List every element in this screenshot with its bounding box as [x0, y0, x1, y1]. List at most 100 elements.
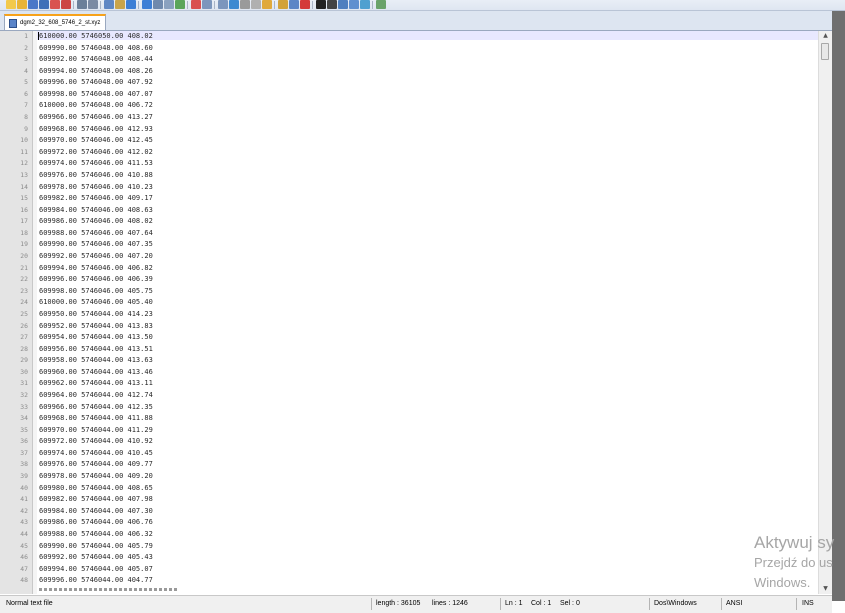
find-icon[interactable]	[153, 0, 163, 9]
text-line[interactable]: 609994.00 5746048.00 408.26	[39, 67, 153, 75]
zoom-in-icon[interactable]	[175, 0, 185, 9]
save-macro-icon[interactable]	[349, 0, 359, 9]
line-number: 41	[20, 495, 28, 504]
text-line[interactable]: 609956.00 5746044.00 413.51	[39, 345, 153, 353]
scroll-thumb[interactable]	[821, 43, 829, 60]
text-line[interactable]: 609968.00 5746046.00 412.93	[39, 125, 153, 133]
record-macro-icon[interactable]	[300, 0, 310, 9]
text-line[interactable]: 609978.00 5746044.00 409.20	[39, 472, 153, 480]
text-line[interactable]: 609994.00 5746044.00 405.07	[39, 565, 153, 573]
text-line[interactable]: 609988.00 5746046.00 407.64	[39, 229, 153, 237]
text-line[interactable]: 609968.00 5746044.00 411.88	[39, 414, 153, 422]
text-line[interactable]: 609974.00 5746046.00 411.53	[39, 159, 153, 167]
status-mode[interactable]: INS	[802, 600, 814, 607]
text-line[interactable]: 609950.00 5746044.00 414.23	[39, 310, 153, 318]
text-line[interactable]: 609992.00 5746044.00 405.43	[39, 553, 153, 561]
undo-icon[interactable]	[126, 0, 136, 9]
text-line[interactable]: 609990.00 5746044.00 405.79	[39, 542, 153, 550]
text-line[interactable]: 610000.00 5746046.00 405.40	[39, 298, 153, 306]
text-line[interactable]: 609986.00 5746046.00 408.02	[39, 217, 153, 225]
save-all-icon[interactable]	[39, 0, 49, 9]
line-number: 4	[24, 66, 28, 75]
text-line[interactable]: 609984.00 5746046.00 408.63	[39, 206, 153, 214]
text-line[interactable]: 609992.00 5746046.00 407.20	[39, 252, 153, 260]
close-icon[interactable]	[50, 0, 60, 9]
status-eol[interactable]: Dos\Windows	[654, 600, 697, 607]
spell-check-icon[interactable]	[360, 0, 370, 9]
line-number: 28	[20, 344, 28, 353]
text-line[interactable]: 610000.00 5746048.00 406.72	[39, 101, 153, 109]
text-line[interactable]: 609952.00 5746044.00 413.83	[39, 322, 153, 330]
vertical-scrollbar[interactable]: ▲ ▼	[818, 31, 832, 594]
sync-h-icon[interactable]	[218, 0, 228, 9]
text-line[interactable]: 609984.00 5746044.00 407.30	[39, 507, 153, 515]
text-line[interactable]: 609980.00 5746044.00 408.65	[39, 484, 153, 492]
copy-icon[interactable]	[104, 0, 114, 9]
run-macro-icon[interactable]	[338, 0, 348, 9]
text-line[interactable]: 609954.00 5746044.00 413.50	[39, 333, 153, 341]
text-line[interactable]: 609996.00 5746048.00 407.92	[39, 78, 153, 86]
new-file-icon[interactable]	[6, 0, 16, 9]
text-line[interactable]: 609976.00 5746046.00 410.88	[39, 171, 153, 179]
text-line[interactable]: 609978.00 5746046.00 410.23	[39, 183, 153, 191]
stop-macro-icon[interactable]	[316, 0, 326, 9]
text-line[interactable]: 609970.00 5746044.00 411.29	[39, 426, 153, 434]
text-line[interactable]: 609974.00 5746044.00 410.45	[39, 449, 153, 457]
play-macro-icon[interactable]	[327, 0, 337, 9]
scroll-up-arrow-icon[interactable]: ▲	[819, 31, 832, 41]
text-line[interactable]: 609990.00 5746048.00 408.60	[39, 44, 153, 52]
text-line[interactable]: 609966.00 5746044.00 412.35	[39, 403, 153, 411]
line-number: 42	[20, 506, 28, 515]
doc-map-icon[interactable]	[278, 0, 288, 9]
line-number: 34	[20, 414, 28, 423]
status-divider	[721, 598, 722, 610]
text-line[interactable]: 609988.00 5746044.00 406.32	[39, 530, 153, 538]
user-lang-icon[interactable]	[262, 0, 272, 9]
line-number: 32	[20, 390, 28, 399]
text-line[interactable]: 609972.00 5746044.00 410.92	[39, 437, 153, 445]
sync-v-icon[interactable]	[202, 0, 212, 9]
text-line[interactable]: 609972.00 5746046.00 412.02	[39, 148, 153, 156]
text-line[interactable]: 610000.00 5746050.00 408.02	[39, 32, 153, 40]
redo-icon[interactable]	[142, 0, 152, 9]
text-line[interactable]: 609982.00 5746046.00 409.17	[39, 194, 153, 202]
paste-icon[interactable]	[115, 0, 125, 9]
indent-guide-icon[interactable]	[251, 0, 261, 9]
text-line[interactable]: 609998.00 5746046.00 405.75	[39, 287, 153, 295]
cut-icon[interactable]	[88, 0, 98, 9]
editor-area[interactable]: 1 2 3 4 5 6 7 8 9 10 11 12 13 14 15 16 17 18 19 20 21 22 23 24 2…	[0, 31, 818, 594]
word-wrap-icon[interactable]	[229, 0, 239, 9]
monitor-icon[interactable]	[376, 0, 386, 9]
print-icon[interactable]	[77, 0, 87, 9]
function-list-icon[interactable]	[289, 0, 299, 9]
save-icon[interactable]	[28, 0, 38, 9]
text-line[interactable]: 609992.00 5746048.00 408.44	[39, 55, 153, 63]
text-line[interactable]: 609958.00 5746044.00 413.63	[39, 356, 153, 364]
text-line[interactable]: 609996.00 5746044.00 404.77	[39, 576, 153, 584]
text-line[interactable]: 609996.00 5746046.00 406.39	[39, 275, 153, 283]
text-line[interactable]: 609986.00 5746044.00 406.76	[39, 518, 153, 526]
text-line[interactable]: 609960.00 5746044.00 413.46	[39, 368, 153, 376]
text-line[interactable]: 609966.00 5746046.00 413.27	[39, 113, 153, 121]
status-divider	[796, 598, 797, 610]
line-number: 45	[20, 541, 28, 550]
text-line[interactable]: 609970.00 5746046.00 412.45	[39, 136, 153, 144]
text-line[interactable]: 609982.00 5746044.00 407.98	[39, 495, 153, 503]
text-line[interactable]: 609962.00 5746044.00 413.11	[39, 379, 153, 387]
line-number: 33	[20, 402, 28, 411]
toolbar-separator	[73, 1, 74, 9]
zoom-out-icon[interactable]	[191, 0, 201, 9]
line-number: 30	[20, 367, 28, 376]
status-encoding[interactable]: ANSI	[726, 600, 742, 607]
line-number: 9	[24, 124, 28, 133]
close-all-icon[interactable]	[61, 0, 71, 9]
replace-icon[interactable]	[164, 0, 174, 9]
show-all-chars-icon[interactable]	[240, 0, 250, 9]
text-line[interactable]: 609998.00 5746048.00 407.07	[39, 90, 153, 98]
text-line[interactable]: 609976.00 5746044.00 409.77	[39, 460, 153, 468]
text-line[interactable]: 609990.00 5746046.00 407.35	[39, 240, 153, 248]
text-line[interactable]: 609964.00 5746044.00 412.74	[39, 391, 153, 399]
text-line[interactable]: 609994.00 5746046.00 406.82	[39, 264, 153, 272]
open-file-icon[interactable]	[17, 0, 27, 9]
file-tab[interactable]: dgm2_32_608_5746_2_st.xyz	[4, 14, 107, 30]
